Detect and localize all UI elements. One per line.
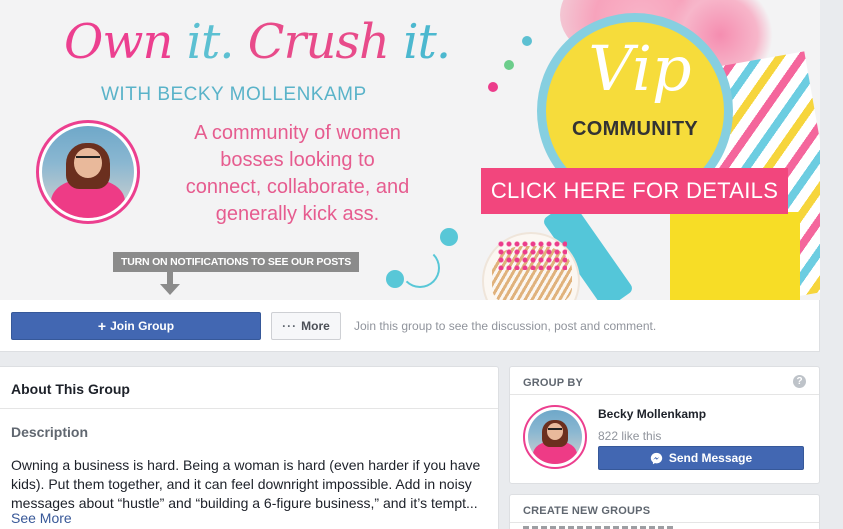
join-hint-text: Join this group to see the discussion, p… (354, 319, 657, 333)
description-text: Owning a business is hard. Being a woman… (11, 457, 481, 511)
create-groups-heading: CREATE NEW GROUPS (523, 505, 651, 517)
notification-banner: TURN ON NOTIFICATIONS TO SEE OUR POSTS (113, 252, 359, 272)
divider (510, 522, 819, 523)
details-cta-banner[interactable]: CLICK HERE FOR DETAILS (481, 168, 788, 214)
about-group-card: About This Group Description Owning a bu… (0, 366, 499, 529)
join-group-button[interactable]: + Join Group (11, 312, 261, 340)
divider (510, 394, 819, 395)
more-button[interactable]: ··· More (271, 312, 341, 340)
cover-portrait (36, 120, 140, 224)
cover-photo[interactable]: Own it. Crush it. WITH BECKY MOLLENKAMP … (0, 0, 820, 300)
send-message-label: Send Message (668, 451, 753, 465)
create-groups-card: CREATE NEW GROUPS (509, 494, 820, 529)
group-by-card: GROUP BY ? Becky Mollenkamp 822 like thi… (509, 366, 820, 484)
join-group-label: Join Group (110, 319, 175, 333)
messenger-icon (650, 452, 662, 464)
group-by-heading: GROUP BY (523, 377, 584, 389)
cover-tagline: A community of women bosses looking to c… (185, 122, 410, 225)
about-title: About This Group (11, 381, 130, 397)
earbud-cord-decoration (400, 248, 440, 288)
cover-title: Own it. Crush it. (64, 14, 451, 70)
pin-decoration (522, 36, 532, 46)
pin-decoration (504, 60, 514, 70)
community-text: COMMUNITY (571, 118, 699, 140)
description-label: Description (11, 424, 89, 440)
pin-decoration (488, 82, 498, 92)
down-arrow-icon (160, 272, 180, 295)
help-icon[interactable]: ? (793, 375, 806, 388)
divider (0, 408, 498, 409)
owner-name-link[interactable]: Becky Mollenkamp (598, 407, 706, 421)
owner-likes-count: 822 like this (598, 429, 662, 443)
earbud-decoration (440, 228, 458, 246)
ellipsis-icon: ··· (282, 319, 298, 333)
group-header-card: Own it. Crush it. WITH BECKY MOLLENKAMP … (0, 0, 820, 352)
see-more-link[interactable]: See More (11, 510, 72, 526)
avatar[interactable] (523, 405, 587, 469)
plus-icon: + (97, 318, 107, 334)
send-message-button[interactable]: Send Message (598, 446, 804, 470)
vip-text: Vip (588, 32, 692, 105)
more-label: More (301, 319, 330, 333)
cover-byline: WITH BECKY MOLLENKAMP (101, 84, 367, 105)
match-heads-decoration (497, 240, 567, 270)
yellow-notebook-decoration (670, 212, 800, 300)
